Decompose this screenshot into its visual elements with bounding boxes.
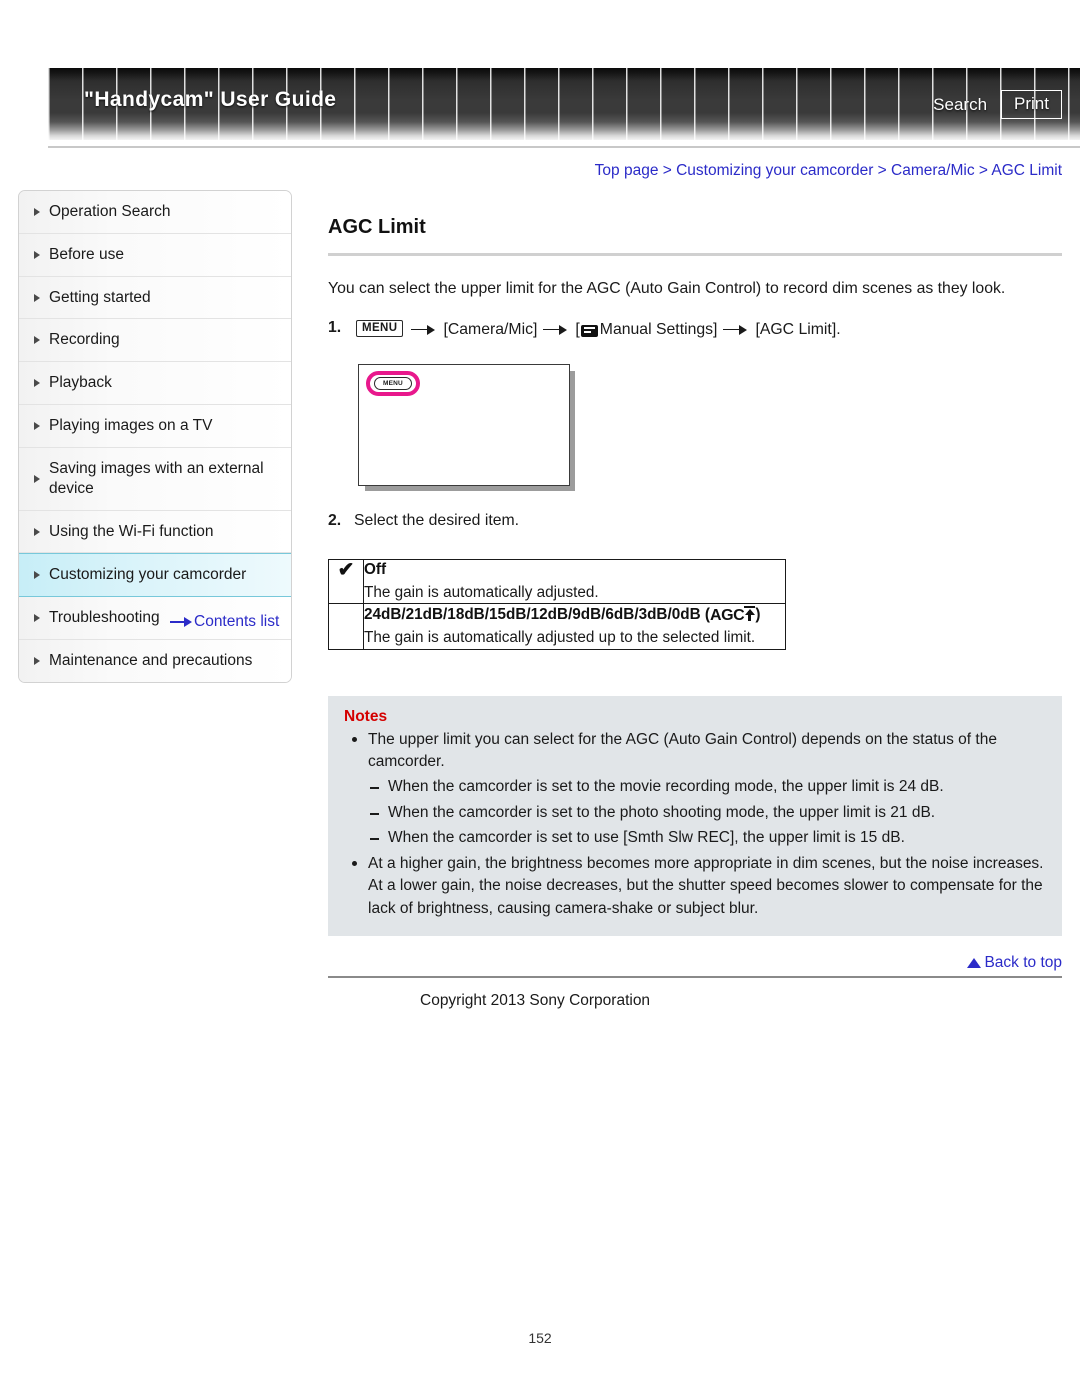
sidebar-item-operation-search[interactable]: Operation Search	[19, 191, 291, 234]
chevron-right-icon	[34, 379, 40, 388]
camcorder-screen-illustration: MENU	[358, 364, 570, 487]
checkmark-icon: ✔	[337, 559, 355, 582]
sidebar-item-label: Using the Wi-Fi function	[49, 522, 214, 540]
option-checkmark-cell: ✔	[328, 559, 364, 605]
header-actions: Search Print	[933, 90, 1062, 119]
option-name: 24dB/21dB/18dB/15dB/12dB/9dB/6dB/3dB/0dB…	[364, 604, 785, 626]
step-1-part2: Manual Settings]	[599, 320, 718, 338]
chevron-right-icon	[34, 250, 40, 259]
sidebar-item-before-use[interactable]: Before use	[19, 233, 291, 277]
step-1-part1: [Camera/Mic]	[443, 320, 538, 338]
site-header: "Handycam" User Guide Search Print	[48, 68, 1080, 140]
note-item: At a higher gain, the brightness becomes…	[344, 853, 1046, 920]
sidebar-item-label: Before use	[49, 245, 124, 263]
step-2: 2. Select the desired item.	[328, 508, 1062, 533]
main-content: AGC Limit You can select the upper limit…	[328, 190, 1062, 1010]
header-divider	[48, 146, 1080, 148]
page-title: AGC Limit	[328, 216, 426, 238]
arrow-right-icon	[541, 324, 571, 336]
chevron-right-icon	[34, 422, 40, 431]
contents-list-label: Contents list	[194, 613, 280, 630]
title-divider	[328, 253, 1062, 256]
chevron-right-icon	[34, 571, 40, 580]
option-content-cell: Off The gain is automatically adjusted.	[363, 559, 786, 605]
menu-button-illustration: MENU	[374, 377, 412, 391]
sidebar-item-label: Recording	[49, 331, 120, 349]
option-name-text: 24dB/21dB/18dB/15dB/12dB/9dB/6dB/3dB/0dB	[364, 606, 701, 624]
option-name: Off	[364, 561, 387, 579]
print-button[interactable]: Print	[1001, 90, 1062, 119]
sidebar-item-playing-images-on-a-tv[interactable]: Playing images on a TV	[19, 405, 291, 448]
agc-badge-text: AGC	[709, 607, 745, 625]
sidebar-item-recording[interactable]: Recording	[19, 319, 291, 363]
sidebar-item-getting-started[interactable]: Getting started	[19, 276, 291, 320]
chevron-right-icon	[34, 614, 40, 623]
note-sub-item: When the camcorder is set to the movie r…	[344, 776, 1046, 798]
chevron-right-icon	[34, 474, 40, 483]
sidebar-item-label: Getting started	[49, 288, 151, 306]
manual-settings-icon	[580, 324, 598, 337]
sidebar-nav: Operation Search Before use Getting star…	[18, 190, 292, 683]
note-item: The upper limit you can select for the A…	[344, 729, 1046, 774]
sidebar-item-customizing-your-camcorder[interactable]: Customizing your camcorder	[19, 553, 291, 598]
intro-paragraph: You can select the upper limit for the A…	[328, 280, 1006, 297]
arrow-right-icon	[170, 616, 192, 627]
note-sub-item: When the camcorder is set to use [Smth S…	[344, 827, 1046, 849]
step-1: 1. MENU [Camera/Mic] [ Manual Settings] …	[328, 315, 1062, 342]
option-content-cell: 24dB/21dB/18dB/15dB/12dB/9dB/6dB/3dB/0dB…	[363, 603, 786, 650]
table-row: 24dB/21dB/18dB/15dB/12dB/9dB/6dB/3dB/0dB…	[328, 603, 786, 650]
sidebar-item-maintenance-and-precautions[interactable]: Maintenance and precautions	[19, 640, 291, 682]
sidebar-item-label: Playback	[49, 374, 112, 392]
site-title: "Handycam" User Guide	[84, 88, 337, 111]
sidebar-item-label: Troubleshooting	[49, 609, 160, 627]
option-checkmark-cell	[328, 603, 364, 650]
option-description: The gain is automatically adjusted up to…	[364, 629, 756, 647]
copyright-text: Copyright 2013 Sony Corporation	[420, 991, 651, 1009]
footer-divider	[328, 976, 1062, 978]
search-button[interactable]: Search	[933, 95, 987, 115]
step-1-body: MENU [Camera/Mic] [ Manual Settings] [AG…	[354, 317, 841, 342]
notes-title: Notes	[344, 707, 388, 725]
back-to-top-label: Back to top	[984, 954, 1062, 972]
step-1-number: 1.	[328, 318, 342, 336]
arrow-up-limit-icon	[744, 606, 756, 622]
step-2-body: Select the desired item.	[354, 512, 520, 530]
notes-panel: Notes The upper limit you can select for…	[328, 695, 1062, 937]
chevron-right-icon	[34, 527, 40, 536]
chevron-right-icon	[34, 336, 40, 345]
sidebar-item-playback[interactable]: Playback	[19, 362, 291, 406]
note-sub-item: When the camcorder is set to the photo s…	[344, 802, 1046, 824]
arrow-right-icon	[721, 324, 751, 336]
step-1-part3: [AGC Limit].	[755, 320, 841, 338]
breadcrumb[interactable]: Top page > Customizing your camcorder > …	[595, 162, 1062, 180]
sidebar-item-label: Customizing your camcorder	[49, 566, 247, 584]
agc-limit-badge: (AGC)	[705, 606, 760, 624]
menu-button-icon: MENU	[356, 319, 404, 338]
option-description: The gain is automatically adjusted.	[364, 584, 599, 602]
chevron-right-icon	[34, 657, 40, 666]
options-table: ✔ Off The gain is automatically adjusted…	[328, 559, 786, 650]
arrow-right-icon	[409, 324, 439, 336]
sidebar-item-using-wifi-function[interactable]: Using the Wi-Fi function	[19, 510, 291, 554]
chevron-right-icon	[34, 207, 40, 216]
page-number: 152	[528, 1330, 552, 1346]
sidebar-item-saving-images-external-device[interactable]: Saving images with an external device	[19, 447, 291, 511]
sidebar-item-label: Playing images on a TV	[49, 417, 213, 435]
step-2-number: 2.	[328, 512, 342, 530]
sidebar-item-label: Operation Search	[49, 203, 171, 220]
step-1-bracket-open: [	[575, 320, 580, 338]
table-row: ✔ Off The gain is automatically adjusted…	[328, 559, 786, 605]
sidebar-item-label: Maintenance and precautions	[49, 652, 253, 670]
sidebar-item-label: Saving images with an external device	[49, 459, 264, 497]
back-to-top-link[interactable]: Back to top	[328, 954, 1062, 972]
triangle-up-icon	[967, 958, 982, 969]
contents-list-link[interactable]: Contents list	[170, 613, 279, 631]
chevron-right-icon	[34, 293, 40, 302]
